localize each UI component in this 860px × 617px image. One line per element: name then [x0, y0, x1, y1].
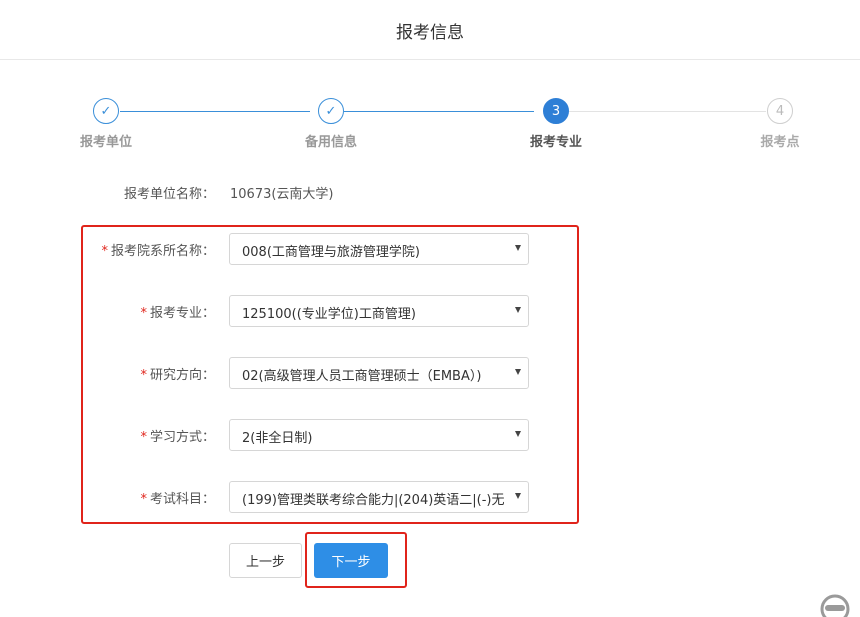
exam-subjects-select-value: (199)管理类联考综合能力|(204)英语二|(-)无 [242, 493, 505, 508]
required-mark: * [140, 306, 147, 321]
study-mode-select-value: 2(非全日制) [242, 431, 313, 446]
unit-info-row: 报考单位名称： 10673(云南大学) [0, 183, 860, 203]
department-row: * 报考院系所名称： 008(工商管理与旅游管理学院) [0, 233, 860, 265]
major-row: * 报考专业： 125100((专业学位)工商管理) [0, 295, 860, 327]
robot-assistant-icon[interactable] [819, 593, 851, 617]
department-select-value: 008(工商管理与旅游管理学院) [242, 245, 420, 260]
step-2-label: 备用信息 [304, 135, 357, 150]
required-mark: * [140, 430, 147, 445]
caret-down-icon [515, 369, 521, 375]
caret-down-icon [515, 245, 521, 251]
research-direction-select-value: 02(高级管理人员工商管理硕士（EMBA）) [242, 369, 482, 384]
caret-down-icon [515, 307, 521, 313]
exam-subjects-select[interactable]: (199)管理类联考综合能力|(204)英语二|(-)无 [229, 481, 529, 513]
research-direction-select[interactable]: 02(高级管理人员工商管理硕士（EMBA）) [229, 357, 529, 389]
department-label: 报考院系所名称： [110, 244, 215, 259]
study-mode-select[interactable]: 2(非全日制) [229, 419, 529, 451]
step-3-number: 3 [543, 98, 569, 124]
exam-subjects-row: * 考试科目： (199)管理类联考综合能力|(204)英语二|(-)无 [0, 481, 860, 513]
caret-down-icon [515, 493, 521, 499]
prev-step-button[interactable]: 上一步 [229, 543, 302, 578]
research-direction-row: * 研究方向： 02(高级管理人员工商管理硕士（EMBA）) [0, 357, 860, 389]
research-direction-label: 研究方向： [149, 368, 215, 383]
next-step-button[interactable]: 下一步 [314, 543, 388, 578]
major-label: 报考专业： [149, 306, 215, 321]
caret-down-icon [515, 431, 521, 437]
step-connector-3 [569, 111, 766, 112]
study-mode-row: * 学习方式： 2(非全日制) [0, 419, 860, 451]
required-mark: * [101, 244, 108, 259]
step-2-check-icon: ✓ [318, 98, 344, 124]
step-4-number: 4 [767, 98, 793, 124]
step-1-check-icon: ✓ [93, 98, 119, 124]
study-mode-label: 学习方式： [149, 430, 215, 445]
major-select-value: 125100((专业学位)工商管理) [242, 307, 416, 322]
major-select[interactable]: 125100((专业学位)工商管理) [229, 295, 529, 327]
required-mark: * [140, 368, 147, 383]
step-4-label: 报考点 [760, 135, 800, 150]
unit-name-label: 报考单位名称： [123, 187, 215, 202]
required-mark: * [140, 492, 147, 507]
page-header: 报考信息 [0, 0, 860, 60]
progress-steps: ✓ 报考单位 ✓ 备用信息 3 报考专业 4 报考点 [0, 98, 860, 158]
step-1-label: 报考单位 [79, 135, 132, 150]
department-select[interactable]: 008(工商管理与旅游管理学院) [229, 233, 529, 265]
step-connector-1 [120, 111, 310, 112]
exam-subjects-label: 考试科目： [149, 492, 215, 507]
step-connector-2 [344, 111, 534, 112]
unit-name-value: 10673(云南大学) [230, 187, 334, 202]
step-3-label: 报考专业 [529, 135, 582, 150]
page-title: 报考信息 [396, 23, 464, 43]
